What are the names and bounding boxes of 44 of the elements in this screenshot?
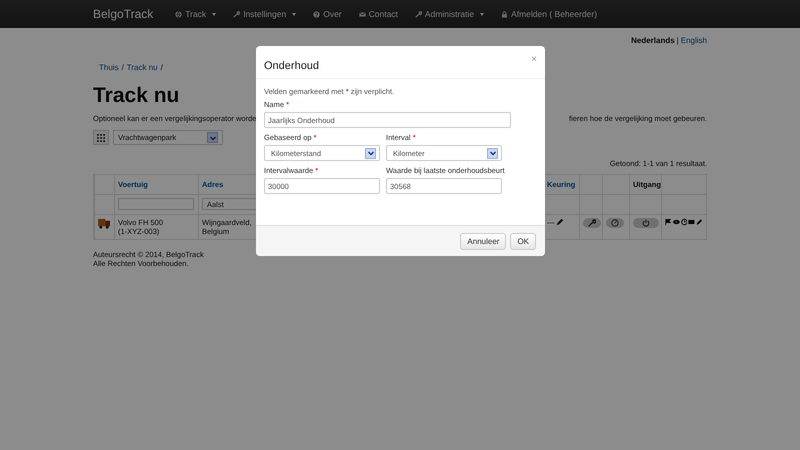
wrench-button[interactable]: [583, 218, 601, 228]
pencil-icon[interactable]: [556, 218, 564, 226]
gauge-icon: [611, 219, 619, 227]
nav-item[interactable]: Administratie: [414, 9, 484, 19]
grid-icon: [97, 134, 105, 142]
envelope-icon: [358, 10, 366, 18]
globe-icon: [175, 10, 182, 18]
truck-icon: [98, 218, 111, 229]
power-icon: [642, 219, 650, 227]
nav-item[interactable]: Instellingen: [233, 9, 296, 19]
nav-item[interactable]: Contact: [358, 9, 398, 19]
wrench-icon: [233, 10, 240, 18]
nav-item[interactable]: Afmelden ( Beheerder): [501, 9, 598, 19]
wrench-icon: [414, 10, 422, 18]
eye-icon[interactable]: [672, 218, 680, 226]
flag-icon[interactable]: [665, 218, 672, 226]
page-title: Track nu: [93, 84, 180, 108]
brand-link[interactable]: BelgoTrack: [93, 7, 154, 21]
gauge-button[interactable]: [606, 218, 624, 228]
caret-icon: [292, 12, 296, 16]
power-button[interactable]: [633, 218, 659, 228]
caret-icon: [480, 12, 484, 16]
separator: |: [676, 36, 679, 45]
close-button[interactable]: ×: [531, 54, 537, 65]
nav-item[interactable]: Track: [175, 9, 216, 19]
dialog-title: Onderhoud: [264, 60, 320, 72]
envelope-icon[interactable]: [688, 218, 696, 226]
pencil-icon[interactable]: [696, 218, 703, 226]
dialog-button[interactable]: Annuleer: [460, 232, 506, 250]
breadcrumb-divider: /: [122, 63, 124, 72]
breadcrumb-divider: /: [160, 63, 163, 72]
nav-item[interactable]: Over: [313, 9, 342, 19]
grid-button[interactable]: [93, 130, 109, 145]
clock-icon[interactable]: [680, 218, 688, 226]
filter-field[interactable]: [118, 198, 194, 210]
wrench-icon: [588, 219, 596, 227]
dialog-button[interactable]: OK: [510, 232, 536, 250]
breadcrumb-link[interactable]: Thuis: [99, 63, 119, 72]
language-link[interactable]: Nederlands: [631, 36, 675, 45]
lock-icon: [501, 10, 508, 18]
language-link[interactable]: English: [680, 36, 707, 45]
question-icon: [313, 10, 320, 18]
breadcrumb-link[interactable]: Track nu: [126, 63, 158, 72]
caret-icon: [212, 12, 216, 16]
